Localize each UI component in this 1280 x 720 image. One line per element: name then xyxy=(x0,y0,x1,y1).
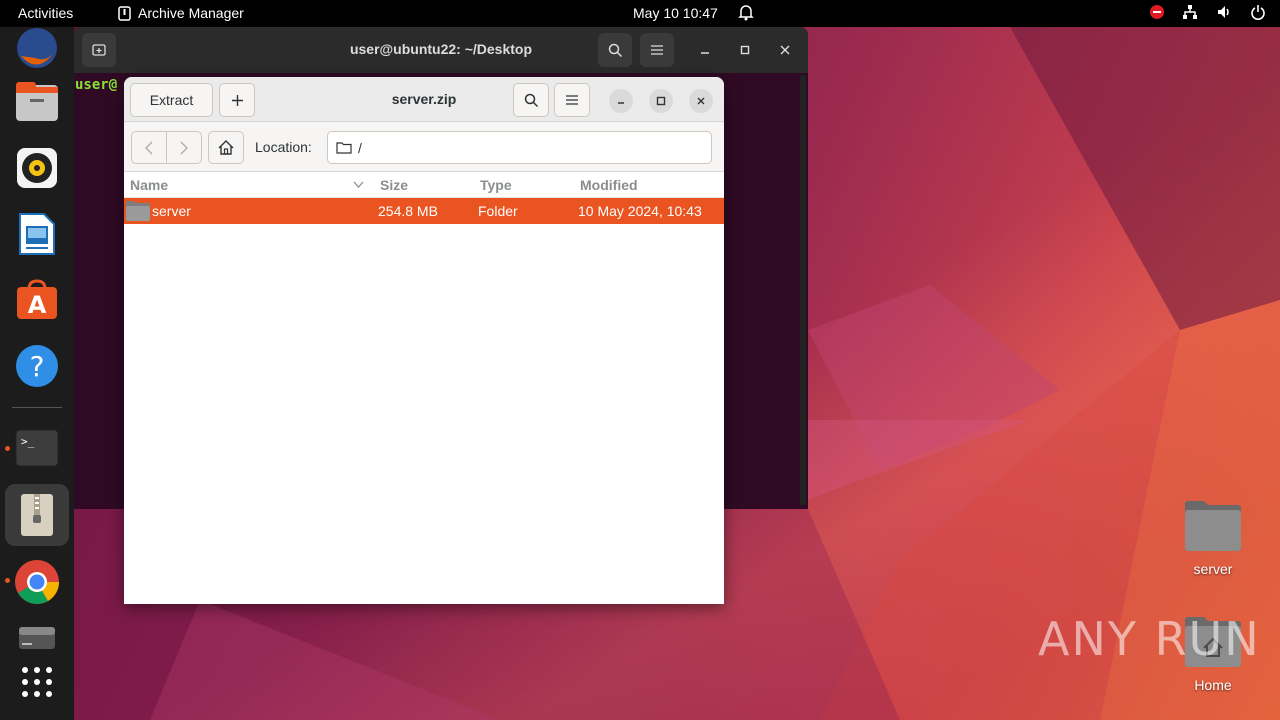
terminal-close-button[interactable] xyxy=(774,39,796,61)
terminal-prompt: user@ xyxy=(75,77,118,93)
dock: A ? >_ xyxy=(0,27,74,720)
dock-separator xyxy=(12,407,62,408)
table-row[interactable]: server 254.8 MB Folder 10 May 2024, 10:4… xyxy=(124,198,724,224)
rhythmbox-icon xyxy=(17,148,57,188)
drive-icon xyxy=(19,627,55,649)
top-bar: Activities Archive Manager May 10 10:47 xyxy=(0,0,1280,27)
back-button[interactable] xyxy=(131,131,167,164)
search-icon xyxy=(608,43,622,57)
archive-icon xyxy=(118,5,131,21)
location-field[interactable]: / xyxy=(327,131,712,164)
terminal-search-button[interactable] xyxy=(598,33,632,67)
file-list-header: Name Size Type Modified xyxy=(124,172,724,198)
app-name-label: Archive Manager xyxy=(138,5,244,21)
firefox-icon xyxy=(17,28,57,68)
dock-chrome[interactable] xyxy=(5,551,69,613)
archive-minimize-button[interactable] xyxy=(609,89,633,113)
dock-firefox[interactable] xyxy=(5,17,69,79)
svg-text:?: ? xyxy=(30,350,45,383)
ubuntu-software-icon: A xyxy=(17,279,57,319)
dock-rhythmbox[interactable] xyxy=(5,137,69,199)
anyrun-watermark: ANY RUN xyxy=(1038,612,1261,666)
do-not-disturb-icon[interactable] xyxy=(1150,5,1164,19)
terminal-titlebar[interactable]: user@ubuntu22: ~/Desktop xyxy=(74,27,808,73)
svg-text:A: A xyxy=(28,291,47,319)
help-icon: ? xyxy=(16,345,58,387)
forward-button[interactable] xyxy=(166,131,202,164)
column-type[interactable]: Type xyxy=(480,177,512,193)
column-name[interactable]: Name xyxy=(130,177,168,193)
sort-chevron-down-icon[interactable] xyxy=(353,181,364,188)
terminal-scrollbar[interactable] xyxy=(800,75,806,505)
archive-menu-button[interactable] xyxy=(554,83,590,117)
row-type: Folder xyxy=(478,203,518,219)
dock-terminal[interactable]: >_ xyxy=(5,417,69,479)
archive-headerbar[interactable]: Extract server.zip xyxy=(124,77,724,122)
terminal-maximize-button[interactable] xyxy=(734,39,756,61)
terminal-minimize-button[interactable] xyxy=(694,39,716,61)
dock-writer[interactable] xyxy=(5,203,69,265)
archive-maximize-button[interactable] xyxy=(649,89,673,113)
app-menu[interactable]: Archive Manager xyxy=(118,5,244,21)
dock-archive-manager[interactable] xyxy=(5,484,69,546)
location-toolbar: Location: / xyxy=(124,122,724,172)
location-value: / xyxy=(358,139,362,156)
archive-manager-icon xyxy=(21,494,53,536)
volume-icon[interactable] xyxy=(1216,4,1232,20)
chevron-left-icon xyxy=(145,141,153,154)
grid-icon xyxy=(22,667,52,697)
home-icon xyxy=(218,140,234,155)
notification-bell-icon[interactable] xyxy=(738,4,754,24)
terminal-menu-button[interactable] xyxy=(640,33,674,67)
dock-help[interactable]: ? xyxy=(5,335,69,397)
location-label: Location: xyxy=(255,139,312,155)
hamburger-icon xyxy=(651,45,663,55)
power-icon[interactable] xyxy=(1250,4,1266,20)
svg-text:>_: >_ xyxy=(21,435,35,448)
folder-icon xyxy=(336,142,352,154)
close-icon xyxy=(780,45,790,55)
terminal-icon: >_ xyxy=(15,429,59,467)
hamburger-icon xyxy=(566,95,578,105)
chevron-right-icon xyxy=(180,141,188,154)
network-icon[interactable] xyxy=(1182,4,1198,20)
libreoffice-writer-icon xyxy=(19,213,55,255)
search-icon xyxy=(524,93,538,107)
home-button[interactable] xyxy=(208,131,244,164)
column-modified[interactable]: Modified xyxy=(580,177,638,193)
dock-files[interactable] xyxy=(5,71,69,133)
desktop-icon-label: Home xyxy=(1194,677,1232,693)
desktop-icon-server[interactable]: server xyxy=(1173,500,1253,577)
clock[interactable]: May 10 10:47 xyxy=(633,5,718,21)
files-icon xyxy=(16,82,58,121)
archive-close-button[interactable] xyxy=(689,89,713,113)
row-size: 254.8 MB xyxy=(378,203,438,219)
watermark-text: ANY RUN xyxy=(1038,612,1261,666)
show-applications-button[interactable] xyxy=(5,651,69,713)
folder-icon xyxy=(126,201,150,221)
system-tray[interactable] xyxy=(1150,4,1266,20)
archive-title: server.zip xyxy=(391,91,457,107)
column-size[interactable]: Size xyxy=(380,177,408,193)
minimize-icon xyxy=(618,102,624,104)
row-name: server xyxy=(152,203,191,219)
close-icon xyxy=(697,97,705,105)
chrome-icon xyxy=(15,560,59,604)
dock-ubuntu-software[interactable]: A xyxy=(5,269,69,331)
folder-icon xyxy=(1185,501,1241,551)
row-modified: 10 May 2024, 10:43 xyxy=(578,203,702,219)
minimize-icon xyxy=(701,52,709,54)
desktop-icon-label: server xyxy=(1193,561,1233,577)
maximize-icon xyxy=(656,96,666,106)
archive-search-button[interactable] xyxy=(513,83,549,117)
maximize-icon xyxy=(740,45,750,55)
archive-manager-window[interactable]: Extract server.zip Location: / Name Size… xyxy=(124,77,724,604)
